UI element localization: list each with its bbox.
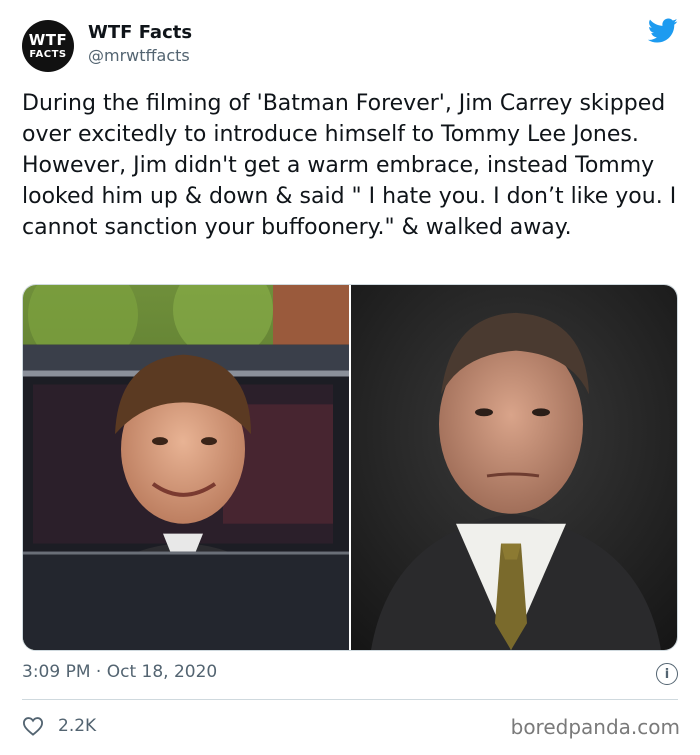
- avatar[interactable]: WTF FACTS: [22, 20, 74, 72]
- tweet-text: During the filming of 'Batman Forever', …: [22, 91, 677, 240]
- tweet-media[interactable]: [22, 284, 678, 651]
- tweet-timestamp[interactable]: 3:09 PM · Oct 18, 2020: [22, 662, 217, 682]
- like-button[interactable]: 2.2K: [22, 716, 96, 736]
- photo-tommy-lee-jones-image: [351, 285, 677, 650]
- avatar-text-wtf: WTF: [28, 30, 68, 49]
- divider: [22, 699, 678, 700]
- account-name[interactable]: WTF Facts: [88, 22, 192, 43]
- photo-tommy-lee-jones[interactable]: [349, 285, 677, 650]
- info-icon[interactable]: i: [656, 663, 678, 685]
- tweet-card: WTF FACTS WTF Facts @mrwtffacts During t…: [0, 0, 700, 755]
- twitter-bird-icon[interactable]: [648, 18, 678, 44]
- avatar-text-facts: FACTS: [29, 48, 67, 60]
- photo-jim-carrey-image: [23, 285, 349, 650]
- like-count: 2.2K: [58, 716, 97, 736]
- tweet-date: Oct 18, 2020: [106, 662, 218, 682]
- heart-icon: [22, 717, 44, 736]
- account-handle[interactable]: @mrwtffacts: [88, 46, 190, 65]
- watermark: boredpanda.com: [510, 715, 680, 739]
- meta-separator: ·: [95, 662, 102, 682]
- photo-jim-carrey[interactable]: [23, 285, 349, 650]
- tweet-time: 3:09 PM: [22, 662, 91, 682]
